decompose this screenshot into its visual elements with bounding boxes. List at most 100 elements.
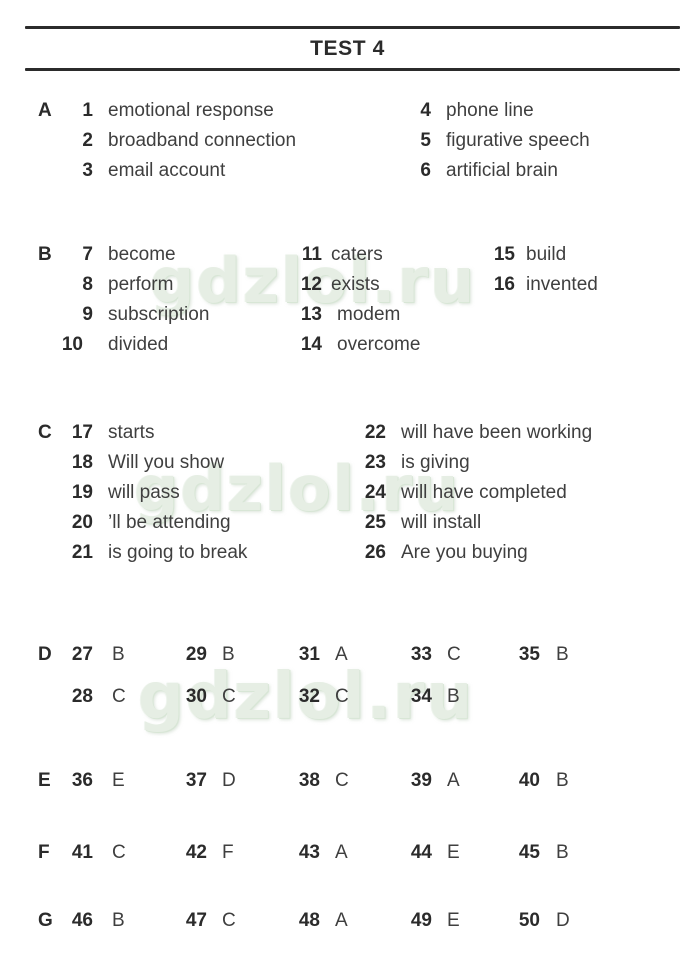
item-number: 46	[71, 910, 93, 931]
item-number: 9	[82, 304, 93, 325]
item-number: 49	[410, 910, 432, 931]
item-number: 32	[298, 686, 320, 707]
item-answer: C	[112, 842, 126, 863]
item-answer: C	[222, 686, 236, 707]
section-letter-e: E	[38, 770, 51, 791]
item-number: 27	[71, 644, 93, 665]
table-row: 8 perform 12 exists 16 invented	[0, 270, 700, 300]
item-answer: C	[335, 770, 349, 791]
item-number: 11	[301, 244, 322, 265]
item-number: 13	[300, 304, 322, 325]
item-number: 45	[518, 842, 540, 863]
item-number: 4	[420, 100, 431, 121]
item-number: 24	[364, 482, 386, 503]
section-e: E 36 E 37 D 38 C 39 A 40 B	[0, 766, 700, 796]
item-number: 48	[298, 910, 320, 931]
table-row: 21 is going to break 26 Are you buying	[0, 538, 700, 568]
item-number: 12	[300, 274, 322, 295]
item-number: 50	[518, 910, 540, 931]
item-answer: B	[556, 644, 569, 665]
item-answer: will have completed	[401, 482, 567, 503]
section-a: A 1 emotional response 4 phone line 2 br…	[0, 96, 700, 186]
item-answer: exists	[331, 274, 380, 295]
item-answer: D	[556, 910, 570, 931]
section-letter-f: F	[38, 842, 50, 863]
item-number: 16	[493, 274, 515, 295]
item-number: 15	[493, 244, 515, 265]
item-answer: E	[112, 770, 125, 791]
section-c: C 17 starts 22 will have been working 18…	[0, 418, 700, 568]
table-row: F 41 C 42 F 43 A 44 E 45 B	[0, 838, 700, 868]
item-answer: become	[108, 244, 176, 265]
table-row: D 27 B 29 B 31 A 33 C 35 B	[0, 634, 700, 676]
item-answer: subscription	[108, 304, 210, 325]
item-number: 28	[71, 686, 93, 707]
item-answer: figurative speech	[446, 130, 590, 151]
section-letter-b: B	[38, 244, 52, 265]
item-number: 44	[410, 842, 432, 863]
item-number: 19	[71, 482, 93, 503]
table-row: A 1 emotional response 4 phone line	[0, 96, 700, 126]
item-number: 18	[71, 452, 93, 473]
item-number: 14	[300, 334, 322, 355]
section-d: D 27 B 29 B 31 A 33 C 35 B 28 C 30 C 32 …	[0, 634, 700, 718]
section-b: B 7 become 11 caters 15 build 8 perform …	[0, 240, 700, 360]
item-answer: is going to break	[108, 542, 248, 563]
item-answer: C	[335, 686, 349, 707]
item-number: 36	[71, 770, 93, 791]
item-answer: B	[556, 770, 569, 791]
item-answer: D	[222, 770, 236, 791]
item-number: 38	[298, 770, 320, 791]
item-answer: C	[447, 644, 461, 665]
item-number: 29	[185, 644, 207, 665]
item-answer: B	[112, 644, 125, 665]
section-f: F 41 C 42 F 43 A 44 E 45 B	[0, 838, 700, 868]
table-row: 28 C 30 C 32 C 34 B	[0, 676, 700, 718]
item-number: 20	[71, 512, 93, 533]
item-answer: caters	[331, 244, 383, 265]
table-row: 19 will pass 24 will have completed	[0, 478, 700, 508]
item-number: 35	[518, 644, 540, 665]
section-letter-a: A	[38, 100, 52, 121]
answer-key-page: TEST 4 gdzlol.ru gdzlol.ru gdzlol.ru A 1…	[0, 0, 700, 980]
item-answer: E	[447, 910, 460, 931]
item-answer: A	[335, 644, 348, 665]
item-answer: Are you buying	[401, 542, 528, 563]
section-letter-c: C	[38, 422, 52, 443]
item-number: 37	[185, 770, 207, 791]
item-answer: broadband connection	[108, 130, 297, 151]
item-number: 31	[298, 644, 320, 665]
item-number: 26	[364, 542, 386, 563]
item-number: 34	[410, 686, 432, 707]
item-answer: B	[112, 910, 125, 931]
item-number: 33	[410, 644, 432, 665]
item-answer: B	[447, 686, 460, 707]
item-answer: E	[447, 842, 460, 863]
item-number: 25	[364, 512, 386, 533]
item-answer: will pass	[108, 482, 180, 503]
answer-sections: A 1 emotional response 4 phone line 2 br…	[0, 0, 700, 980]
item-number: 10	[61, 334, 83, 355]
item-answer: ’ll be attending	[108, 512, 231, 533]
table-row: 2 broadband connection 5 figurative spee…	[0, 126, 700, 156]
table-row: G 46 B 47 C 48 A 49 E 50 D	[0, 906, 700, 936]
item-answer: email account	[108, 160, 226, 181]
section-g: G 46 B 47 C 48 A 49 E 50 D	[0, 906, 700, 936]
item-answer: build	[526, 244, 567, 265]
item-number: 1	[82, 100, 93, 121]
item-answer: B	[222, 644, 235, 665]
item-answer: emotional response	[108, 100, 274, 121]
item-number: 6	[420, 160, 431, 181]
table-row: 9 subscription 13 modem	[0, 300, 700, 330]
table-row: 20 ’ll be attending 25 will install	[0, 508, 700, 538]
item-answer: overcome	[337, 334, 421, 355]
item-number: 2	[82, 130, 93, 151]
item-answer: modem	[337, 304, 401, 325]
section-letter-g: G	[38, 910, 53, 931]
table-row: 3 email account 6 artificial brain	[0, 156, 700, 186]
item-answer: F	[222, 842, 234, 863]
item-number: 41	[71, 842, 93, 863]
item-number: 30	[185, 686, 207, 707]
table-row: 18 Will you show 23 is giving	[0, 448, 700, 478]
item-number: 39	[410, 770, 432, 791]
